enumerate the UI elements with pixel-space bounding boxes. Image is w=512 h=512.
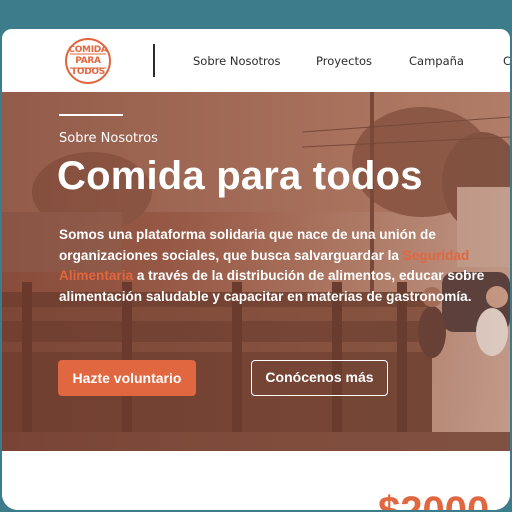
hero-eyebrow: Sobre Nosotros <box>59 131 158 146</box>
logo-text-line1: COMIDA <box>68 45 108 55</box>
nav-item-proyectos[interactable]: Proyectos <box>316 54 372 68</box>
hero-description: Somos una plataforma solidaria que nace … <box>59 225 499 307</box>
donation-amount: $2000 <box>378 489 489 510</box>
hero-description-part1: Somos una plataforma solidaria que nace … <box>59 227 436 263</box>
site-header: COMIDA PARA TODOS Sobre Nosotros Proyect… <box>2 29 510 93</box>
header-divider <box>153 44 155 77</box>
logo-text-line2: PARA <box>75 56 101 66</box>
hero-divider-line <box>59 114 123 116</box>
hero-title: Comida para todos <box>57 154 423 198</box>
nav-item-campana[interactable]: Campaña <box>409 54 464 68</box>
logo[interactable]: COMIDA PARA TODOS <box>64 37 112 85</box>
hero-section: Sobre Nosotros Comida para todos Somos u… <box>2 92 510 451</box>
nav-item-truncated[interactable]: C <box>503 54 510 68</box>
logo-text-line3: TODOS <box>71 67 105 77</box>
volunteer-button[interactable]: Hazte voluntario <box>58 360 196 396</box>
next-section: $2000 <box>2 451 510 510</box>
nav-item-sobre-nosotros[interactable]: Sobre Nosotros <box>193 54 281 68</box>
learn-more-button[interactable]: Conócenos más <box>251 360 388 396</box>
browser-viewport: COMIDA PARA TODOS Sobre Nosotros Proyect… <box>2 29 510 510</box>
